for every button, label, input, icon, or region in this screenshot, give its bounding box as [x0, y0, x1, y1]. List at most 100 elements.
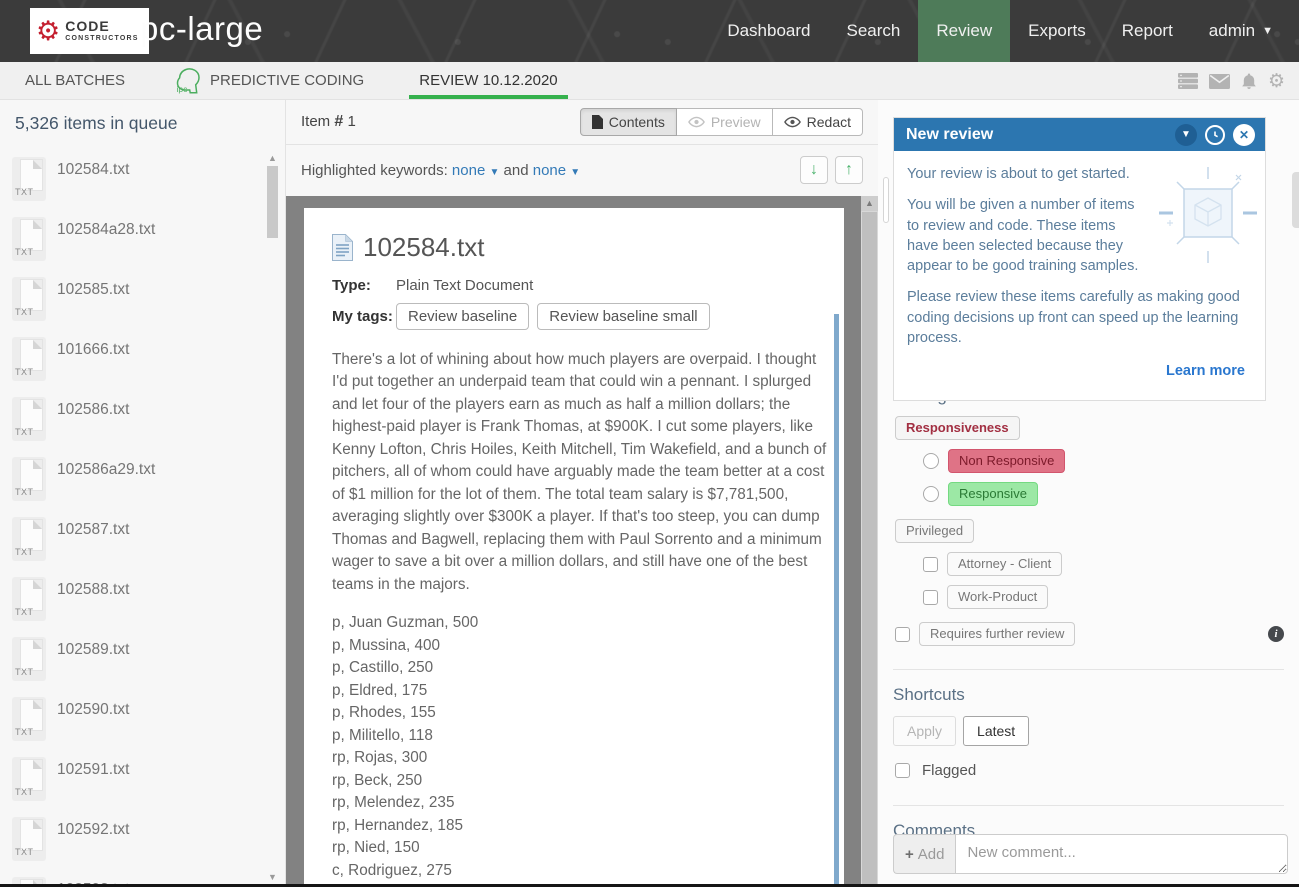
txt-file-icon: TXT [12, 697, 46, 741]
non-responsive-option: Non Responsive [923, 449, 1299, 473]
roster-line: c, Rodriguez, 275 [332, 860, 814, 882]
add-comment-button[interactable]: + Add [893, 834, 955, 874]
flagged-option: Flagged [895, 762, 1299, 779]
new-comment-input[interactable] [955, 834, 1288, 874]
brand-logo[interactable]: ⚙ CODE CONSTRUCTORS [30, 8, 149, 54]
list-item[interactable]: TXT 102591.txt [0, 757, 285, 817]
txt-file-icon: TXT [12, 337, 46, 381]
gear-icon[interactable]: ⚙ [1268, 72, 1285, 91]
file-type-badge: TXT [15, 847, 34, 857]
non-responsive-radio[interactable] [923, 453, 939, 469]
nav-item-dashboard[interactable]: Dashboard [709, 0, 828, 62]
work-product-label[interactable]: Work-Product [947, 585, 1048, 609]
keyword-select-2[interactable]: none [533, 162, 566, 179]
nav-item-review[interactable]: Review [918, 0, 1010, 62]
comment-input-row: + Add [893, 834, 1288, 874]
flagged-checkbox[interactable] [895, 763, 910, 778]
txt-file-icon: TXT [12, 577, 46, 621]
scroll-up-arrow-icon[interactable]: ▲ [861, 196, 878, 211]
apply-button[interactable]: Apply [893, 716, 956, 746]
main-nav: Dashboard Search Review Exports Report a… [709, 0, 1291, 62]
shortcuts-heading: Shortcuts [893, 685, 1299, 705]
txt-file-icon: TXT [12, 397, 46, 441]
item-hash: # [334, 113, 343, 130]
queue-list-icon[interactable] [1178, 73, 1198, 89]
divider [893, 805, 1284, 806]
list-item[interactable]: TXT 102592.txt [0, 817, 285, 877]
file-type-badge: TXT [15, 487, 34, 497]
viewer-scrollbar[interactable]: ▲ [861, 196, 878, 887]
responsive-label[interactable]: Responsive [948, 482, 1038, 506]
attorney-client-checkbox[interactable] [923, 557, 938, 572]
tags-label: My tags: [332, 308, 396, 325]
top-navbar: ⚙ CODE CONSTRUCTORS pc-large Dashboard S… [0, 0, 1299, 62]
bell-icon[interactable] [1241, 73, 1257, 90]
file-type-badge: TXT [15, 307, 34, 317]
list-item[interactable]: TXT 102589.txt [0, 637, 285, 697]
preview-mode-button[interactable]: Preview [677, 108, 773, 136]
scroll-down-arrow-icon[interactable]: ▼ [266, 871, 279, 883]
requires-further-review-checkbox[interactable] [895, 627, 910, 642]
tab-predictive-coding[interactable]: ipc PREDICTIVE CODING [165, 62, 374, 99]
admin-label: admin [1209, 21, 1255, 41]
nav-item-admin-menu[interactable]: admin ▼ [1191, 0, 1291, 62]
contents-mode-button[interactable]: Contents [580, 108, 677, 136]
document-card: 102584.txt Type: Plain Text Document My … [304, 208, 844, 887]
nav-item-report[interactable]: Report [1104, 0, 1191, 62]
list-item[interactable]: TXT 102586a29.txt [0, 457, 285, 517]
tab-review-date[interactable]: REVIEW 10.12.2020 [409, 62, 567, 99]
txt-file-icon: TXT [12, 517, 46, 561]
file-name: 102590.txt [57, 701, 129, 719]
collapse-button[interactable]: ▼ [1175, 124, 1197, 146]
roster-line: rp, Rojas, 300 [332, 747, 814, 769]
latest-button[interactable]: Latest [963, 716, 1029, 746]
prev-hit-button[interactable]: ↑ [835, 156, 863, 184]
list-item[interactable]: TXT 102585.txt [0, 277, 285, 337]
roster-line: rp, Beck, 250 [332, 770, 814, 792]
learn-more-link[interactable]: Learn more [907, 359, 1251, 391]
history-clock-icon[interactable] [1205, 125, 1225, 145]
keywords-prefix: Highlighted keywords: [301, 162, 448, 179]
file-name: 102589.txt [57, 641, 129, 659]
work-product-checkbox[interactable] [923, 590, 938, 605]
center-scroll-handle[interactable] [883, 177, 889, 223]
file-type-badge: TXT [15, 607, 34, 617]
right-scroll-handle[interactable] [1292, 172, 1299, 228]
responsiveness-group-label: Responsiveness [895, 416, 1020, 440]
scrollbar-thumb[interactable] [267, 166, 278, 238]
tab-all-batches[interactable]: ALL BATCHES [15, 62, 135, 99]
document-canvas: 102584.txt Type: Plain Text Document My … [286, 196, 878, 887]
mail-icon[interactable] [1209, 74, 1230, 89]
list-item[interactable]: TXT 101666.txt [0, 337, 285, 397]
requires-further-review-label[interactable]: Requires further review [919, 622, 1075, 646]
close-icon[interactable]: ✕ [1233, 124, 1255, 146]
next-hit-button[interactable]: ↓ [800, 156, 828, 184]
redact-mode-button[interactable]: Redact [773, 108, 863, 136]
nav-item-search[interactable]: Search [829, 0, 919, 62]
roster-line: rp, Melendez, 235 [332, 792, 814, 814]
responsive-radio[interactable] [923, 486, 939, 502]
divider [893, 669, 1284, 670]
gear-logo-icon: ⚙ [36, 18, 60, 45]
list-item[interactable]: TXT 102587.txt [0, 517, 285, 577]
non-responsive-label[interactable]: Non Responsive [948, 449, 1065, 473]
scrollbar-thumb[interactable] [862, 212, 877, 887]
roster-line: p, Rhodes, 155 [332, 702, 814, 724]
tag-review-baseline-small[interactable]: Review baseline small [537, 303, 709, 330]
tag-review-baseline[interactable]: Review baseline [396, 303, 529, 330]
queue-count-heading: 5,326 items in queue [15, 113, 285, 134]
info-icon[interactable]: i [1268, 626, 1284, 642]
keyword-select-1[interactable]: none [452, 162, 485, 179]
list-item[interactable]: TXT 102584.txt [0, 157, 285, 217]
list-item[interactable]: TXT 102588.txt [0, 577, 285, 637]
attorney-client-label[interactable]: Attorney - Client [947, 552, 1062, 576]
document-body-text: There's a lot of whining about how much … [332, 349, 830, 596]
nav-item-exports[interactable]: Exports [1010, 0, 1104, 62]
list-item[interactable]: TXT 102586.txt [0, 397, 285, 457]
keywords-conjunction: and [504, 162, 529, 179]
sidebar-scrollbar[interactable]: ▲ ▼ [266, 152, 279, 883]
list-item[interactable]: TXT 102584a28.txt [0, 217, 285, 277]
scroll-up-arrow-icon[interactable]: ▲ [266, 152, 279, 164]
document-inner-scrollbar[interactable] [834, 314, 839, 887]
list-item[interactable]: TXT 102590.txt [0, 697, 285, 757]
